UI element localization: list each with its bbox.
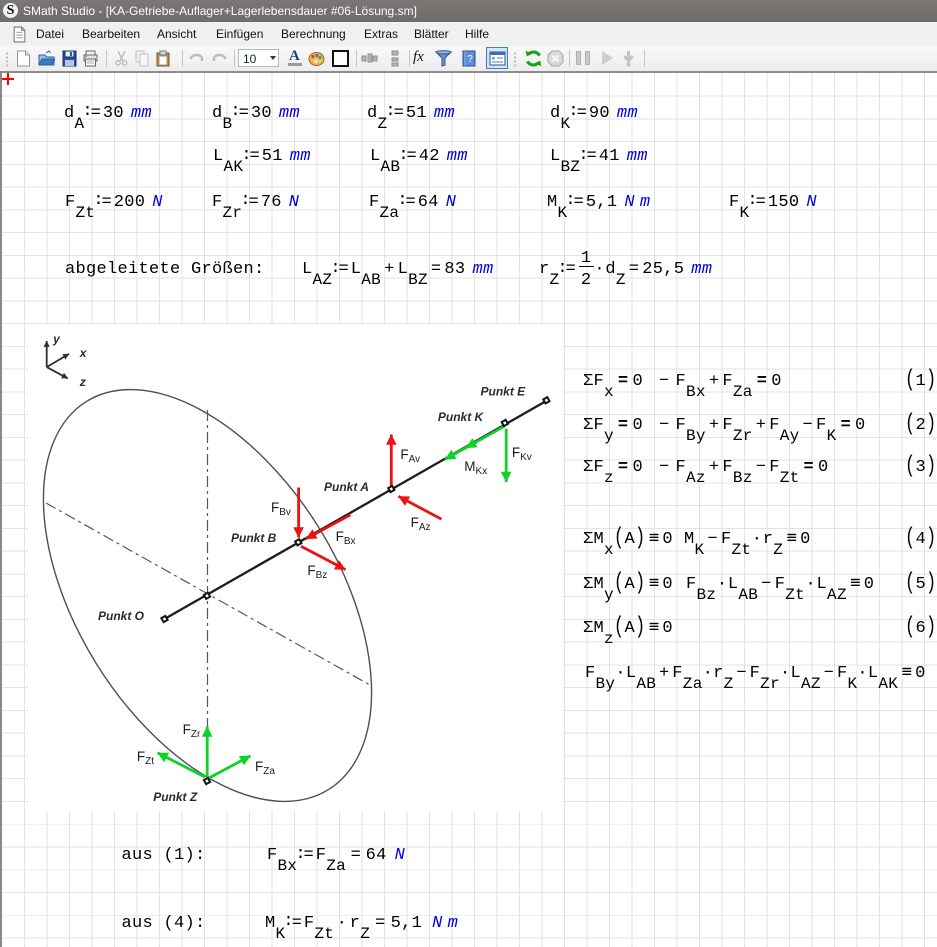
svg-text:FAv: FAv <box>400 447 420 465</box>
svg-text:FAz: FAz <box>411 515 431 533</box>
svg-text:FBz: FBz <box>307 563 327 581</box>
svg-text:Punkt K: Punkt K <box>438 410 485 424</box>
svg-text:Punkt Z: Punkt Z <box>153 790 198 804</box>
svg-text:z: z <box>79 375 86 389</box>
svg-text:FZr: FZr <box>183 722 201 740</box>
svg-text:Punkt O: Punkt O <box>98 609 145 623</box>
svg-text:FZa: FZa <box>255 759 275 777</box>
svg-text:x: x <box>79 346 88 360</box>
svg-text:FBv: FBv <box>271 500 291 518</box>
svg-text:FKv: FKv <box>512 445 532 463</box>
svg-text:MKx: MKx <box>464 459 487 477</box>
svg-text:FZt: FZt <box>137 749 154 767</box>
svg-text:Punkt E: Punkt E <box>481 385 527 399</box>
svg-text:?: ? <box>467 54 473 65</box>
svg-text:Punkt B: Punkt B <box>231 531 277 545</box>
svg-text:y: y <box>52 332 61 346</box>
svg-text:Punkt A: Punkt A <box>324 480 369 494</box>
svg-text:FBx: FBx <box>336 529 356 547</box>
